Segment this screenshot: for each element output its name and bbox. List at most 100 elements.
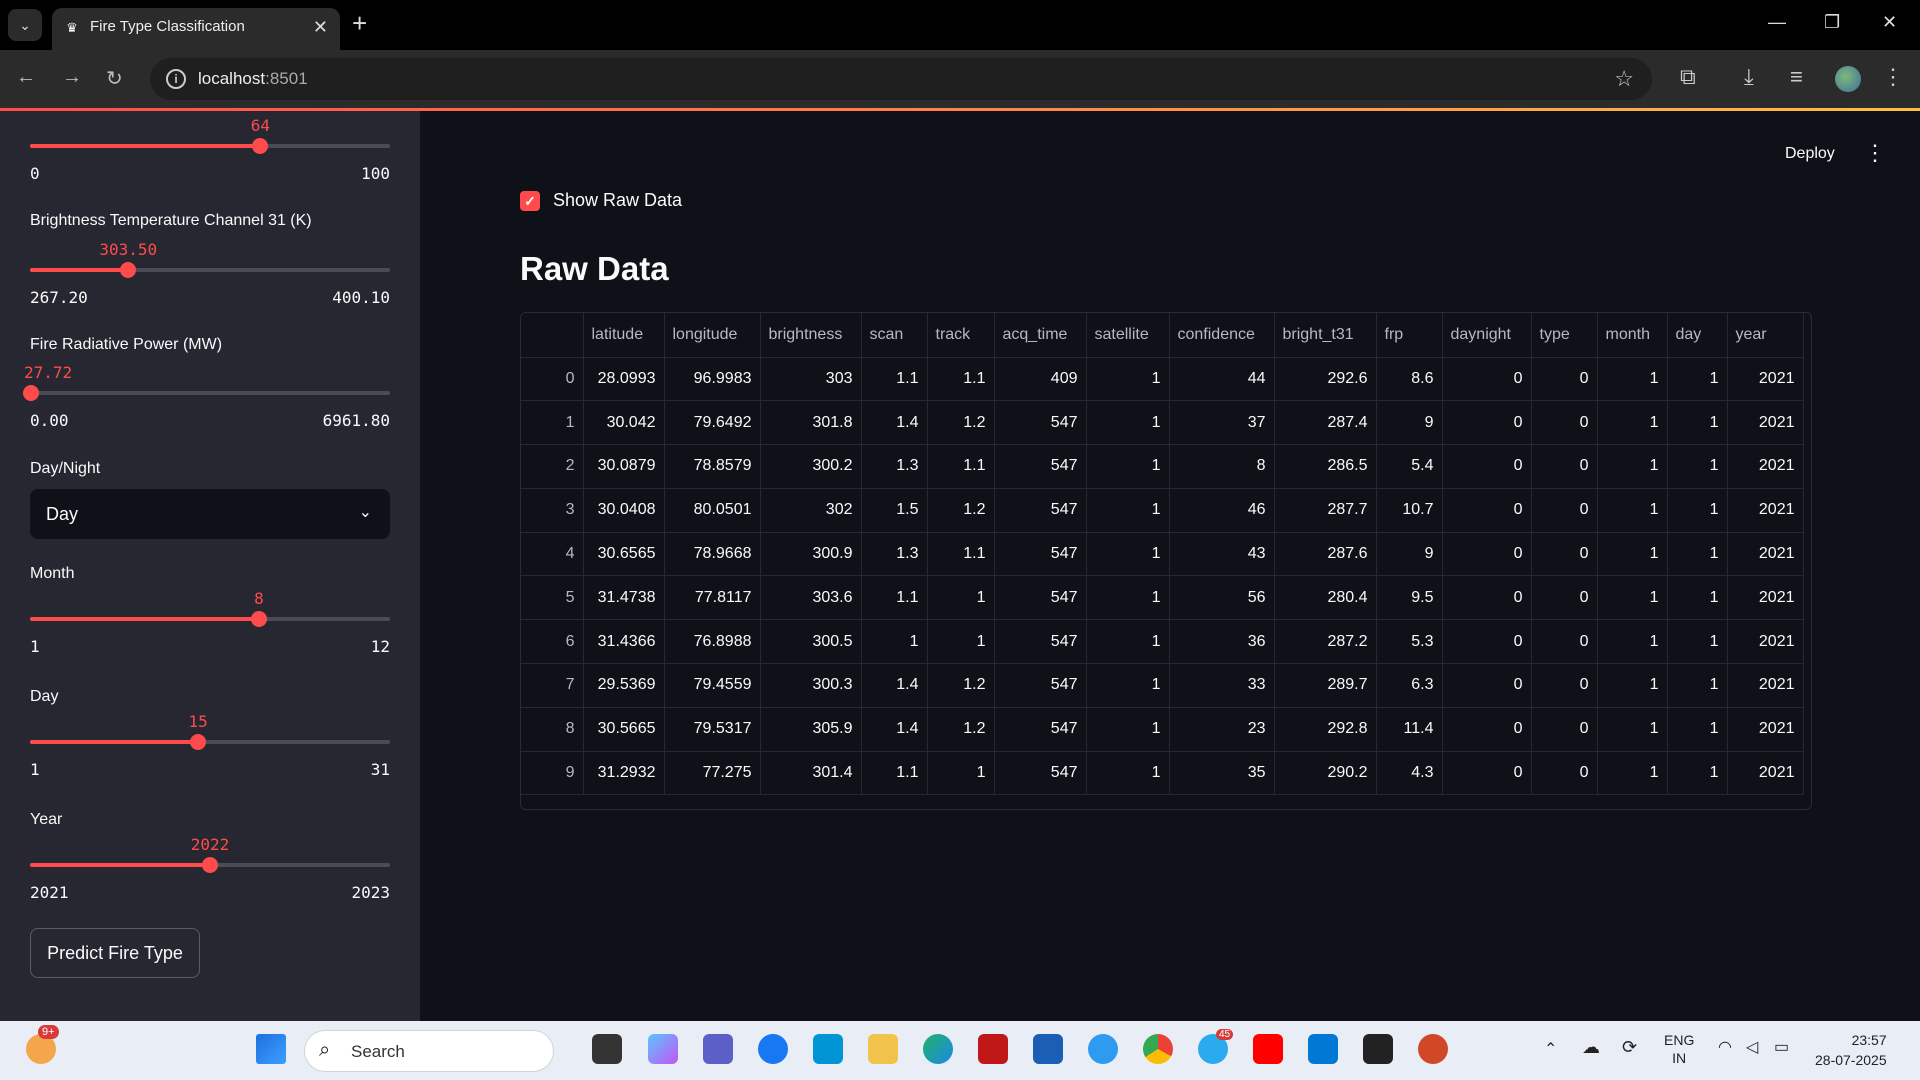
table-cell[interactable]: 0 (1531, 619, 1598, 665)
row-index[interactable]: 2 (521, 444, 584, 489)
slider-track[interactable] (30, 262, 390, 278)
column-header[interactable]: scan (861, 313, 928, 358)
table-cell[interactable]: 1 (1597, 663, 1668, 708)
close-window-icon[interactable]: ✕ (1882, 12, 1897, 33)
table-cell[interactable]: 46 (1169, 488, 1275, 533)
column-header[interactable]: month (1597, 313, 1668, 358)
row-index[interactable]: 9 (521, 751, 584, 796)
table-cell[interactable]: 2021 (1727, 707, 1804, 752)
address-bar[interactable]: i localhost:8501 ☆ (150, 58, 1652, 100)
table-cell[interactable]: 1 (927, 751, 995, 796)
table-cell[interactable]: 1 (1086, 400, 1170, 446)
slider-thumb[interactable] (190, 734, 207, 750)
table-cell[interactable]: 289.7 (1274, 663, 1377, 708)
task-view-icon[interactable] (592, 1034, 622, 1064)
table-cell[interactable]: 0 (1531, 357, 1598, 402)
table-cell[interactable]: 0 (1442, 532, 1532, 577)
slider-thumb[interactable] (23, 385, 40, 401)
table-cell[interactable]: 547 (994, 532, 1087, 577)
tab-search-icon[interactable]: ⌄ (8, 9, 42, 41)
table-cell[interactable]: 5.3 (1376, 619, 1443, 665)
copilot-icon[interactable] (648, 1034, 678, 1064)
column-header[interactable]: type (1531, 313, 1598, 358)
table-cell[interactable]: 292.8 (1274, 707, 1377, 752)
slider-thumb[interactable] (120, 262, 137, 278)
table-cell[interactable]: 43 (1169, 532, 1275, 577)
column-header[interactable]: bright_t31 (1274, 313, 1377, 358)
table-cell[interactable]: 1 (1086, 357, 1170, 402)
table-cell[interactable]: 79.5317 (664, 707, 761, 752)
table-cell[interactable]: 0 (1442, 400, 1532, 446)
table-cell[interactable]: 1 (1086, 751, 1170, 796)
table-cell[interactable]: 30.0879 (583, 444, 665, 489)
table-cell[interactable]: 4.3 (1376, 751, 1443, 796)
table-cell[interactable]: 547 (994, 400, 1087, 446)
table-row[interactable]: 3 30.0408 80.0501 302 1.5 1.2 547 1 46 287.7 10.7 0… (521, 488, 1804, 533)
table-cell[interactable]: 1 (1667, 751, 1728, 796)
table-cell[interactable]: 31.4366 (583, 619, 665, 665)
forward-icon[interactable]: → (62, 66, 82, 89)
table-cell[interactable]: 2021 (1727, 488, 1804, 533)
table-cell[interactable]: 1 (1667, 400, 1728, 446)
main-menu-icon[interactable]: ⋮ (1864, 140, 1886, 166)
row-index[interactable]: 7 (521, 663, 584, 708)
table-cell[interactable]: 1.1 (861, 575, 928, 621)
table-cell[interactable]: 8.6 (1376, 357, 1443, 402)
table-cell[interactable]: 1 (1597, 751, 1668, 796)
table-cell[interactable]: 287.4 (1274, 400, 1377, 446)
table-cell[interactable]: 2021 (1727, 663, 1804, 708)
column-header[interactable]: satellite (1086, 313, 1170, 358)
table-row[interactable]: 1 30.042 79.6492 301.8 1.4 1.2 547 1 37 287.4 9 0 0 1… (521, 400, 1804, 446)
table-cell[interactable]: 0 (1442, 751, 1532, 796)
table-cell[interactable]: 80.0501 (664, 488, 761, 533)
table-cell[interactable]: 300.5 (760, 619, 862, 665)
table-cell[interactable]: 301.8 (760, 400, 862, 446)
table-cell[interactable]: 37 (1169, 400, 1275, 446)
table-cell[interactable]: 0 (1531, 575, 1598, 621)
minimize-icon[interactable]: — (1768, 12, 1786, 33)
table-cell[interactable]: 44 (1169, 357, 1275, 402)
download-icon[interactable]: ⤓ (1744, 64, 1754, 90)
table-cell[interactable]: 77.8117 (664, 575, 761, 621)
new-tab-icon[interactable]: + (352, 8, 367, 39)
predict-fire-type-button[interactable]: Predict Fire Type (30, 928, 200, 978)
table-cell[interactable]: 0 (1531, 444, 1598, 489)
column-header[interactable]: daynight (1442, 313, 1532, 358)
table-cell[interactable]: 8 (1169, 444, 1275, 489)
table-cell[interactable]: 0 (1442, 444, 1532, 489)
edge-icon[interactable] (923, 1034, 953, 1064)
table-row[interactable]: 2 30.0879 78.8579 300.2 1.3 1.1 547 1 8 286.5 5.4 0… (521, 444, 1804, 489)
table-cell[interactable]: 0 (1531, 751, 1598, 796)
table-cell[interactable]: 1 (1086, 663, 1170, 708)
table-cell[interactable]: 0 (1531, 707, 1598, 752)
row-index[interactable]: 5 (521, 575, 584, 621)
table-cell[interactable]: 28.0993 (583, 357, 665, 402)
table-row[interactable]: 0 28.0993 96.9983 303 1.1 1.1 409 1 44 292.6 8.6 0 0… (521, 357, 1804, 402)
table-cell[interactable]: 0 (1531, 488, 1598, 533)
taskbar-search[interactable]: ⌕ Search (304, 1030, 554, 1072)
table-cell[interactable]: 78.9668 (664, 532, 761, 577)
powerpoint-icon[interactable] (1418, 1034, 1448, 1064)
table-cell[interactable]: 2021 (1727, 751, 1804, 796)
table-cell[interactable]: 300.3 (760, 663, 862, 708)
windows-start-icon[interactable] (256, 1034, 286, 1064)
table-cell[interactable]: 547 (994, 444, 1087, 489)
teams-icon[interactable] (703, 1034, 733, 1064)
battery-icon[interactable]: ▭ (1774, 1037, 1789, 1057)
table-cell[interactable]: 10.7 (1376, 488, 1443, 533)
table-cell[interactable]: 1.1 (861, 357, 928, 402)
slider-track[interactable] (30, 611, 390, 627)
table-cell[interactable]: 35 (1169, 751, 1275, 796)
slider-track[interactable] (30, 138, 390, 154)
table-cell[interactable]: 1 (1086, 707, 1170, 752)
close-tab-icon[interactable]: ✕ (313, 17, 328, 38)
slider-track[interactable] (23, 385, 390, 401)
sync-icon[interactable]: ⟳ (1622, 1037, 1637, 1058)
column-header[interactable]: brightness (760, 313, 862, 358)
bookmark-star-icon[interactable]: ☆ (1614, 66, 1634, 92)
table-cell[interactable]: 1 (927, 619, 995, 665)
table-cell[interactable]: 292.6 (1274, 357, 1377, 402)
table-cell[interactable]: 287.7 (1274, 488, 1377, 533)
table-cell[interactable]: 1.1 (927, 357, 995, 402)
table-cell[interactable]: 1 (1086, 619, 1170, 665)
